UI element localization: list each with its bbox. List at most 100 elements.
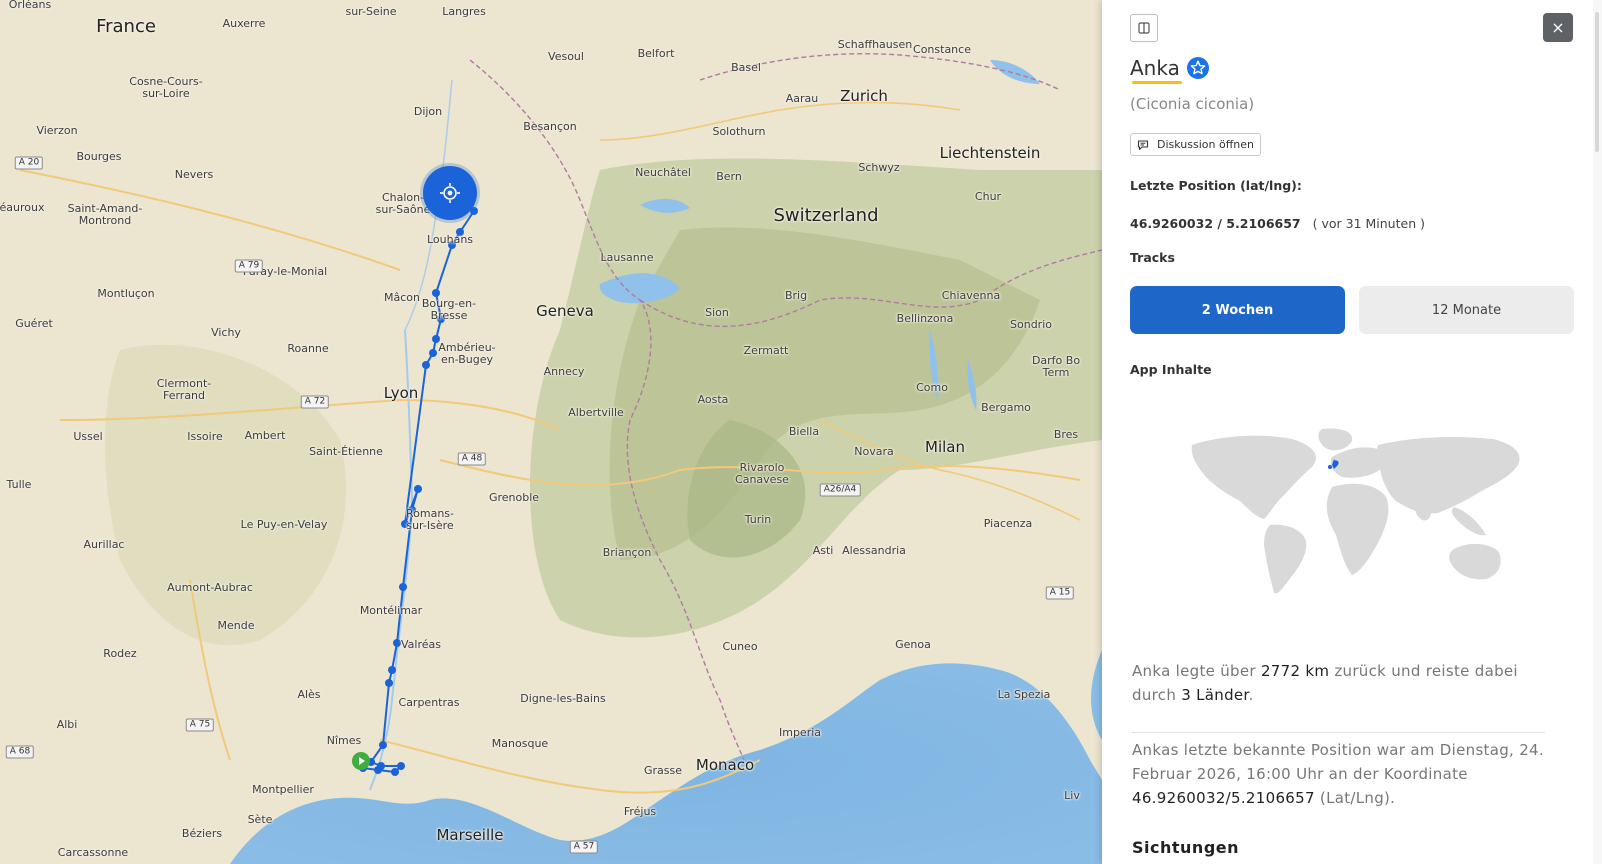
track-point[interactable] <box>377 762 385 770</box>
verified-star-icon <box>1186 57 1209 79</box>
place-label: Louhans <box>426 233 474 246</box>
place-label: Le Puy-en-Velay <box>240 518 328 531</box>
place-label: Ambert <box>244 429 286 442</box>
place-label: Sondrio <box>1010 318 1052 331</box>
place-label: Langres <box>442 5 486 18</box>
place-label: Auxerre <box>222 17 266 30</box>
road-shield: A 57 <box>569 840 599 854</box>
place-label: Como <box>916 381 948 394</box>
place-label: Marseille <box>436 826 504 844</box>
place-label: Saint-Amand- Montrond <box>67 202 143 227</box>
track-point[interactable] <box>391 768 399 776</box>
place-label: Aosta <box>697 393 729 406</box>
place-label: Turin <box>744 513 772 526</box>
place-label: Novara <box>854 445 894 458</box>
place-label: Nîmes <box>326 734 362 747</box>
place-label: Darfo Bo Term <box>1031 354 1081 379</box>
place-label: Aurillac <box>83 538 125 551</box>
last-position-value: 46.9260032 / 5.2106657 <box>1130 216 1301 231</box>
place-label: Switzerland <box>773 205 879 226</box>
place-label: Genoa <box>895 638 931 651</box>
place-label: Grenoble <box>488 491 540 504</box>
toggle-sidebar-button[interactable] <box>1130 14 1158 42</box>
track-point[interactable] <box>385 679 393 687</box>
place-label: Neuchâtel <box>635 166 691 179</box>
app-content-label: App Inhalte <box>1130 362 1212 377</box>
place-label: éauroux <box>0 201 45 214</box>
place-label: Belfort <box>637 47 675 60</box>
tracks-option-12-months[interactable]: 12 Monate <box>1359 286 1574 334</box>
last-position-age: ( vor 31 Minuten ) <box>1312 216 1425 231</box>
place-label: Besançon <box>523 120 577 133</box>
place-label: Aarau <box>785 92 819 105</box>
place-label: Imperia <box>778 726 822 739</box>
travel-summary-text: . <box>1248 686 1254 704</box>
place-label: Alessandria <box>842 544 906 557</box>
place-label: Romans-sur-Isère <box>405 507 455 532</box>
track-point[interactable] <box>414 485 422 493</box>
last-known-coordinate: 46.9260032/5.2106657 <box>1132 789 1315 807</box>
track-point[interactable] <box>393 639 401 647</box>
track-line <box>362 192 475 773</box>
tracks-option-2-weeks[interactable]: 2 Wochen <box>1130 286 1345 334</box>
panel-scrollbar[interactable] <box>1593 0 1602 864</box>
current-position-marker[interactable] <box>423 166 477 220</box>
place-label: Geneva <box>536 302 594 320</box>
place-label: Grasse <box>643 764 683 777</box>
place-label: Lyon <box>383 384 419 402</box>
place-label: Zurich <box>840 87 888 105</box>
road-shield: A 68 <box>5 745 35 759</box>
sightings-heading: Sichtungen <box>1132 838 1240 857</box>
road-shield: A 72 <box>300 395 330 409</box>
place-label: Issoire <box>187 430 223 443</box>
track-point[interactable] <box>399 583 407 591</box>
place-label: Orléans <box>8 0 52 11</box>
place-label: Montpellier <box>252 783 314 796</box>
animal-title: Anka <box>1130 56 1210 84</box>
place-label: Liv <box>1064 789 1080 802</box>
track-point[interactable] <box>432 289 440 297</box>
road-shield: A26/A4 <box>819 483 861 497</box>
track-point[interactable] <box>379 741 387 749</box>
tracks-label: Tracks <box>1130 250 1175 265</box>
place-label: Vesoul <box>548 50 584 63</box>
place-label: Mende <box>217 619 255 632</box>
place-label: Bourg-en- Bresse <box>421 297 477 322</box>
travel-summary: Anka legte über 2772 km zurück und reist… <box>1132 659 1562 707</box>
divider <box>1132 732 1545 733</box>
place-label: Bergamo <box>981 401 1031 414</box>
place-label: Liechtenstein <box>939 144 1041 162</box>
track-point[interactable] <box>388 666 396 674</box>
place-label: Carpentras <box>398 696 460 709</box>
open-discussion-button[interactable]: Diskussion öffnen <box>1130 133 1261 156</box>
track-point[interactable] <box>397 762 405 770</box>
place-label: Montluçon <box>97 287 155 300</box>
last-known-text: (Lat/Lng). <box>1314 789 1396 807</box>
place-label: France <box>96 16 156 37</box>
sidebar-icon <box>1138 22 1150 34</box>
place-label: Piacenza <box>983 517 1033 530</box>
track-point[interactable] <box>429 349 437 357</box>
place-label: Briançon <box>602 546 652 559</box>
place-label: Bourges <box>76 150 122 163</box>
start-position-marker[interactable] <box>352 752 370 770</box>
road-shield: A 79 <box>234 259 264 273</box>
close-button[interactable]: × <box>1543 13 1573 42</box>
animal-detail-panel: × Anka (Ciconia ciconia) Diskussion öffn… <box>1102 0 1602 864</box>
target-icon <box>440 183 460 203</box>
place-label: Fréjus <box>623 805 657 818</box>
place-label: Monaco <box>695 756 755 774</box>
place-label: Schaffhausen <box>837 38 913 51</box>
place-label: Schwyz <box>858 161 900 174</box>
place-label: Rodez <box>103 647 137 660</box>
place-label: Digne-les-Bains <box>520 692 606 705</box>
place-label: Carcassonne <box>57 846 129 859</box>
place-label: Ambérieu-en-Bugey <box>438 341 496 366</box>
track-point[interactable] <box>422 361 430 369</box>
place-label: Dijon <box>413 105 443 118</box>
place-label: Lausanne <box>600 251 654 264</box>
place-label: Cuneo <box>722 640 758 653</box>
place-label: Milan <box>925 438 965 456</box>
road-shield: A 75 <box>185 718 215 732</box>
map-view[interactable]: Orléans France Auxerre sur-Seine Langres Veso… <box>0 0 1102 864</box>
